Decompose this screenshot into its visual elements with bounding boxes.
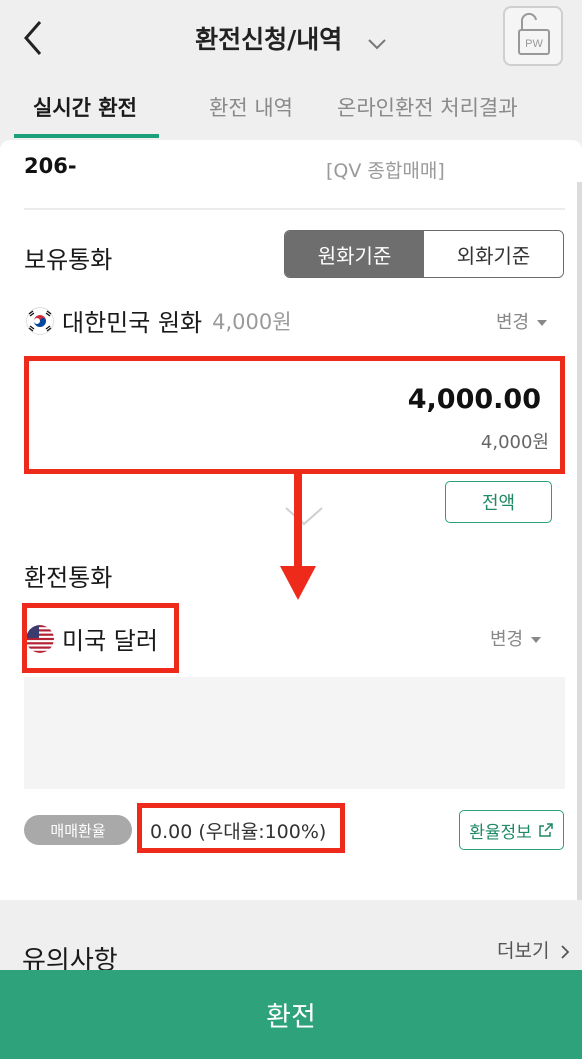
account-number[interactable]: 206- bbox=[24, 154, 77, 178]
holding-balance: 4,000원 bbox=[212, 309, 292, 334]
foreign-basis-button[interactable]: 외화기준 bbox=[424, 231, 563, 277]
korea-flag-icon bbox=[26, 306, 54, 335]
usa-flag-icon bbox=[26, 624, 54, 653]
change-label: 변경 bbox=[496, 312, 530, 333]
tab-exchange-history[interactable]: 환전 내역 bbox=[209, 92, 293, 122]
caret-down-icon bbox=[537, 320, 548, 326]
converted-amount-display bbox=[24, 677, 565, 789]
external-link-icon bbox=[539, 823, 553, 837]
full-amount-button[interactable]: 전액 bbox=[445, 481, 552, 523]
amount-value: 4,000.00 bbox=[407, 384, 541, 415]
exchange-submit-button[interactable]: 환전 bbox=[0, 970, 582, 1059]
won-basis-button[interactable]: 원화기준 bbox=[285, 231, 424, 277]
password-lock-button[interactable]: PW bbox=[503, 6, 563, 66]
target-currency-title: 환전통화 bbox=[24, 564, 113, 592]
trade-rate-badge: 매매환율 bbox=[24, 815, 132, 845]
red-arrow-down-icon bbox=[280, 472, 316, 600]
change-label: 변경 bbox=[490, 629, 524, 650]
amount-won: 4,000원 bbox=[480, 432, 549, 453]
account-type: [QV 종합매매] bbox=[326, 160, 445, 182]
holding-currency-row: 대한민국 원화 4,000원 bbox=[26, 303, 292, 338]
caret-down-icon bbox=[531, 637, 542, 643]
scrollbar[interactable] bbox=[577, 182, 582, 902]
tab-online-exchange-results[interactable]: 온라인환전 처리결과 bbox=[337, 92, 518, 122]
page-title-dropdown[interactable]: 환전신청/내역 bbox=[0, 20, 582, 56]
chevron-right-icon bbox=[560, 944, 569, 959]
holding-currency-name: 대한민국 원화 bbox=[62, 309, 203, 337]
pw-label: PW bbox=[525, 38, 543, 50]
divider bbox=[24, 208, 565, 210]
target-currency-row: 미국 달러 bbox=[26, 621, 158, 656]
target-currency-name: 미국 달러 bbox=[62, 627, 158, 655]
unlock-icon: PW bbox=[518, 12, 550, 55]
app-header: 환전신청/내역 PW bbox=[0, 0, 582, 80]
change-target-currency-button[interactable]: 변경 bbox=[490, 625, 542, 651]
exchange-amount-input[interactable]: 4,000.00 4,000원 bbox=[24, 356, 565, 472]
exchange-rate-info-button[interactable]: 환율정보 bbox=[459, 810, 564, 850]
more-label: 더보기 bbox=[497, 940, 550, 962]
active-tab-indicator bbox=[14, 134, 159, 138]
basis-toggle: 원화기준 외화기준 bbox=[284, 230, 564, 278]
tab-bar: 실시간 환전 환전 내역 온라인환전 처리결과 bbox=[0, 80, 582, 138]
tab-realtime-exchange[interactable]: 실시간 환전 bbox=[33, 92, 137, 122]
holding-currency-title: 보유통화 bbox=[24, 246, 113, 274]
page-title: 환전신청/내역 bbox=[195, 25, 343, 54]
rate-info-label: 환율정보 bbox=[469, 822, 532, 843]
change-holding-currency-button[interactable]: 변경 bbox=[496, 308, 548, 334]
trade-rate-value: 0.00 (우대율:100%) bbox=[150, 821, 327, 843]
more-button[interactable]: 더보기 bbox=[497, 936, 570, 963]
chevron-down-icon bbox=[367, 27, 387, 56]
